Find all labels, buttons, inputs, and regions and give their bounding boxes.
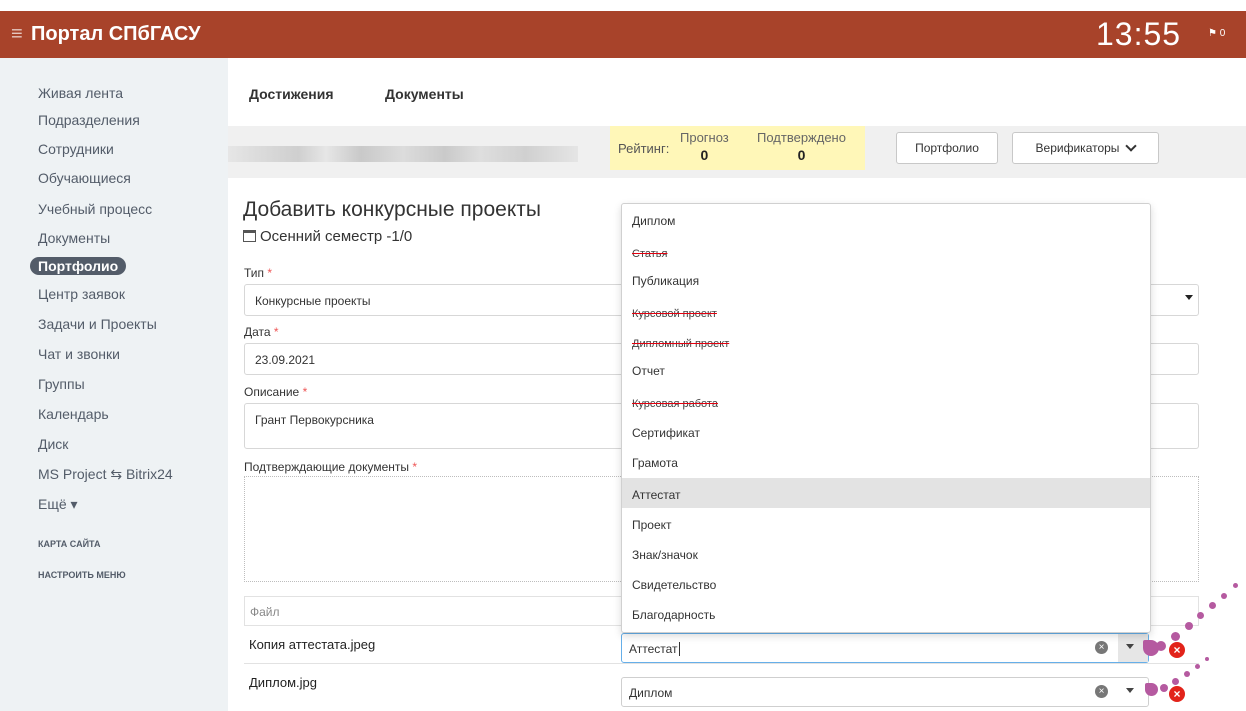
dropdown-option-disabled: Курсовой проект <box>632 308 717 320</box>
dropdown-option-disabled: Курсовая работа <box>632 398 718 410</box>
rating-confirmed: Подтверждено 0 <box>757 130 846 163</box>
sidebar-configure-link[interactable]: НАСТРОИТЬ МЕНЮ <box>38 570 126 580</box>
dropdown-option[interactable]: Диплом <box>622 204 1150 234</box>
blurred-user-name <box>228 146 578 162</box>
type-label-text: Тип <box>244 266 265 280</box>
annotation-arrowhead-icon <box>1145 683 1158 696</box>
sidebar-item-portfolio[interactable]: Портфолио <box>30 257 127 275</box>
tab-documents[interactable]: Документы <box>385 86 464 102</box>
documents-label-text: Подтверждающие документы <box>244 460 410 474</box>
notification-flag-icon[interactable]: ⚑ 0 <box>1208 28 1225 39</box>
type-select-arrow-icon[interactable] <box>1185 295 1193 300</box>
sidebar-item-education[interactable]: Учебный процесс <box>38 201 152 217</box>
chevron-down-icon <box>1125 140 1138 152</box>
required-mark: * <box>267 266 273 280</box>
sidebar-item-calendar[interactable]: Календарь <box>38 406 109 422</box>
sidebar-item-requests[interactable]: Центр заявок <box>38 286 125 302</box>
remove-file-icon[interactable]: × <box>1169 642 1185 658</box>
sidebar-sitemap-link[interactable]: КАРТА САЙТА <box>38 539 100 549</box>
portal-title[interactable]: Портал СПбГАСУ <box>31 23 201 46</box>
portfolio-button[interactable]: Портфолио <box>896 132 998 164</box>
remove-file-icon[interactable]: × <box>1169 686 1185 702</box>
date-label: Дата * <box>244 325 279 339</box>
sidebar-item-documents[interactable]: Документы <box>38 230 110 246</box>
confirmed-label: Подтверждено <box>757 130 846 145</box>
type-label: Тип * <box>244 266 272 280</box>
sidebar-item-employees[interactable]: Сотрудники <box>38 141 114 157</box>
forecast-value: 0 <box>700 147 709 163</box>
dropdown-option[interactable]: Свидетельство <box>622 568 1150 598</box>
sidebar-item-tasks[interactable]: Задачи и Проекты <box>38 316 157 332</box>
rating-panel: Рейтинг: Прогноз 0 Подтверждено 0 <box>610 126 865 170</box>
dropdown-option[interactable]: Сертификат <box>622 416 1150 446</box>
sidebar-item-students[interactable]: Обучающиеся <box>38 170 131 186</box>
rating-label: Рейтинг: <box>618 141 670 156</box>
chevron-down-icon[interactable] <box>1126 688 1134 693</box>
annotation-arrowhead-icon <box>1143 640 1159 656</box>
clear-icon[interactable]: × <box>1095 685 1108 698</box>
top-caption-strip <box>0 0 1246 11</box>
dropdown-option[interactable]: Знак/значок <box>622 538 1150 568</box>
dropdown-option-highlighted[interactable]: Аттестат <box>622 478 1150 508</box>
dropdown-option[interactable]: Отчет <box>622 354 1150 384</box>
date-label-text: Дата <box>244 325 271 339</box>
form-title: Добавить конкурсные проекты <box>243 198 541 221</box>
doc-type-value: Диплом <box>629 686 673 700</box>
sidebar-item-chat[interactable]: Чат и звонки <box>38 346 120 362</box>
description-label-text: Описание <box>244 385 300 399</box>
documents-label: Подтверждающие документы * <box>244 460 417 474</box>
sidebar: Живая лента Подразделения Сотрудники Обу… <box>0 58 228 711</box>
semester-label: Осенний семестр -1/0 <box>243 228 412 245</box>
tab-bar: Достижения Документы <box>228 58 1246 126</box>
verifiers-button[interactable]: Верификаторы <box>1012 132 1159 164</box>
file-name: Диплом.jpg <box>249 675 317 690</box>
confirmed-value: 0 <box>797 147 806 163</box>
doc-type-dropdown: Диплом Статья Публикация Курсовой проект… <box>621 203 1151 633</box>
doc-type-select-2[interactable]: Диплом × <box>621 677 1149 707</box>
sidebar-item-msproject[interactable]: MS Project ⇆ Bitrix24 <box>38 466 173 483</box>
rating-forecast: Прогноз 0 <box>680 130 729 163</box>
doc-type-value: Аттестат <box>629 642 678 656</box>
clear-icon[interactable]: × <box>1095 641 1108 654</box>
chevron-down-icon[interactable] <box>1126 644 1134 649</box>
sidebar-item-departments[interactable]: Подразделения <box>38 112 140 128</box>
required-mark: * <box>273 325 279 339</box>
text-cursor: ​ <box>678 642 680 656</box>
calendar-icon <box>243 230 256 242</box>
dropdown-option-disabled: Дипломный проект <box>632 338 730 350</box>
dropdown-option[interactable]: Публикация <box>622 264 1150 294</box>
sidebar-item-disk[interactable]: Диск <box>38 436 68 452</box>
dropdown-option[interactable]: Грамота <box>622 446 1150 476</box>
sidebar-item-feed[interactable]: Живая лента <box>38 85 123 101</box>
doc-type-select-1[interactable]: Аттестат​ × <box>621 633 1149 663</box>
dropdown-option-disabled: Статья <box>632 248 668 260</box>
portal-header: ≡ Портал СПбГАСУ 13:55 ⚑ 0 <box>0 11 1246 58</box>
sidebar-item-groups[interactable]: Группы <box>38 376 85 392</box>
required-mark: * <box>302 385 308 399</box>
dropdown-option[interactable]: Благодарность <box>622 598 1150 628</box>
forecast-label: Прогноз <box>680 130 729 145</box>
file-name: Копия аттестата.jpeg <box>249 637 376 652</box>
verifiers-button-label: Верификаторы <box>1035 141 1120 155</box>
dropdown-option[interactable]: Проект <box>622 508 1150 538</box>
semester-text: Осенний семестр -1/0 <box>260 228 413 245</box>
menu-icon[interactable]: ≡ <box>11 23 23 46</box>
description-label: Описание * <box>244 385 307 399</box>
info-bar: Рейтинг: Прогноз 0 Подтверждено 0 Портфо… <box>228 126 1246 178</box>
tab-achievements[interactable]: Достижения <box>249 86 334 102</box>
required-mark: * <box>412 460 418 474</box>
sidebar-item-more[interactable]: Ещё ▾ <box>38 496 78 513</box>
notification-count: 0 <box>1219 28 1226 39</box>
portfolio-button-label: Портфолио <box>915 141 979 155</box>
clock[interactable]: 13:55 <box>1096 16 1181 53</box>
